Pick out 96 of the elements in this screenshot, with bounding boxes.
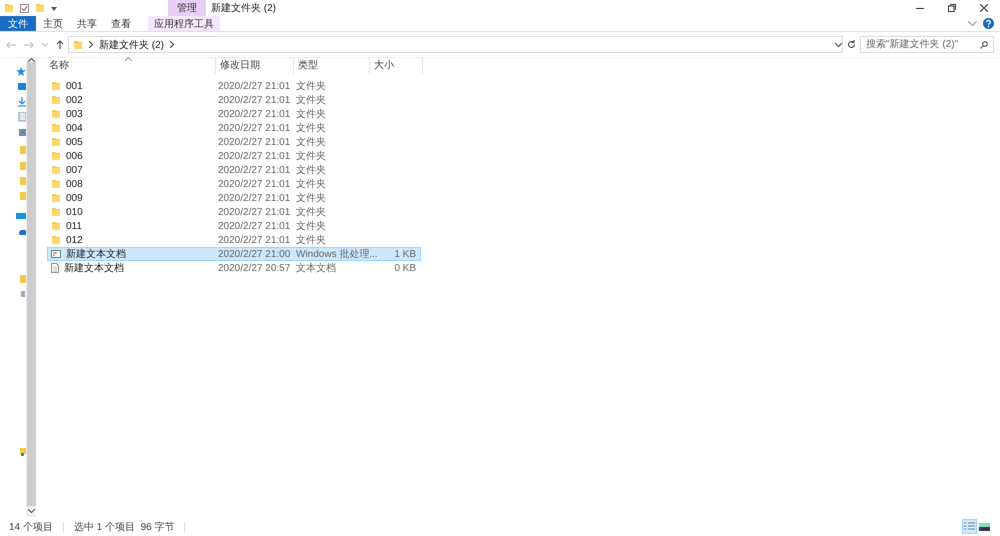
file-type: 文件夹 (296, 221, 326, 232)
file-name: 004 (66, 122, 83, 134)
modified-date: 2020/2/27 20:57 (218, 262, 290, 274)
file-type: 文件夹 (296, 235, 326, 246)
file-row[interactable]: 012 2020/2/27 21:01 文件夹 (47, 233, 421, 247)
file-row[interactable]: 新建文本文档 2020/2/27 21:00 Windows 批处理... 1 KB (47, 247, 421, 261)
file-row[interactable]: 007 2020/2/27 21:01 文件夹 (47, 163, 421, 177)
refresh-icon[interactable] (847, 40, 856, 49)
file-name: 008 (66, 178, 83, 190)
window-title: 新建文件夹 (2) (211, 2, 276, 15)
column-header[interactable]: 类型 (294, 58, 370, 74)
chevron-down-icon[interactable] (835, 42, 842, 46)
column-header[interactable]: 修改日期 (216, 58, 294, 74)
back-arrow-icon[interactable] (6, 40, 16, 48)
modified-date: 2020/2/27 21:01 (218, 150, 290, 162)
ribbon-tab[interactable]: 文件 (0, 16, 36, 31)
file-name: 002 (66, 94, 83, 106)
modified-date: 2020/2/27 21:01 (218, 234, 290, 246)
modified-date: 2020/2/27 21:01 (218, 94, 290, 106)
file-row[interactable]: 003 2020/2/27 21:01 文件夹 (47, 107, 421, 121)
close-icon[interactable] (980, 4, 988, 12)
scrollbar-thumb[interactable] (26, 62, 36, 506)
file-row[interactable]: 010 2020/2/27 21:01 文件夹 (47, 205, 421, 219)
file-row[interactable]: 009 2020/2/27 21:01 文件夹 (47, 191, 421, 205)
file-type: 文件夹 (296, 95, 326, 106)
restore-icon[interactable] (948, 4, 956, 12)
file-type: 文件夹 (296, 81, 326, 92)
column-header[interactable]: 大小 (370, 58, 423, 74)
file-type: 文件夹 (296, 123, 326, 134)
file-type: 文件夹 (296, 207, 326, 218)
batch-file-icon (51, 249, 61, 259)
file-type: 文件夹 (296, 151, 326, 162)
file-type: 文件夹 (296, 137, 326, 148)
file-row[interactable]: 004 2020/2/27 21:01 文件夹 (47, 121, 421, 135)
file-type: 文本文档 (296, 263, 336, 274)
file-row[interactable]: 002 2020/2/27 21:01 文件夹 (47, 93, 421, 107)
modified-date: 2020/2/27 21:01 (218, 136, 290, 148)
file-size: 1 KB (394, 248, 416, 260)
modified-date: 2020/2/27 21:01 (218, 164, 290, 176)
modified-date: 2020/2/27 21:01 (218, 108, 290, 120)
file-name: 003 (66, 108, 83, 120)
ribbon-tab[interactable]: 主页 (36, 16, 70, 31)
modified-date: 2020/2/27 21:01 (218, 206, 290, 218)
download-icon[interactable] (16, 97, 26, 107)
help-icon[interactable] (983, 18, 994, 29)
file-type: 文件夹 (296, 165, 326, 176)
file-name: 012 (66, 234, 83, 246)
text-file-icon (51, 263, 59, 273)
breadcrumb[interactable]: 新建文件夹 (2) (99, 38, 164, 52)
modified-date: 2020/2/27 21:01 (218, 122, 290, 134)
file-type: 文件夹 (296, 179, 326, 190)
file-name: 009 (66, 192, 83, 204)
dropdown-icon[interactable] (51, 6, 57, 10)
chevron-right-icon[interactable] (170, 41, 174, 48)
computer-icon[interactable] (16, 212, 26, 222)
properties-icon[interactable] (20, 4, 29, 12)
modified-date: 2020/2/27 21:01 (218, 220, 290, 232)
file-name: 005 (66, 136, 83, 148)
ribbon-tab[interactable]: 查看 (104, 16, 138, 31)
file-row[interactable]: 001 2020/2/27 21:01 文件夹 (47, 79, 421, 93)
file-name: 新建文本文档 (66, 248, 126, 261)
file-row[interactable]: 新建文本文档 2020/2/27 20:57 文本文档 0 KB (47, 261, 421, 275)
file-row[interactable]: 005 2020/2/27 21:01 文件夹 (47, 135, 421, 149)
file-type: 文件夹 (296, 193, 326, 204)
cloud-icon[interactable] (16, 227, 26, 237)
modified-date: 2020/2/27 21:01 (218, 178, 290, 190)
modified-date: 2020/2/27 21:01 (218, 80, 290, 92)
forward-arrow-icon[interactable] (24, 40, 34, 48)
item-count: 14 个项目 (9, 520, 53, 534)
address-bar[interactable]: 新建文件夹 (2) (68, 36, 843, 53)
star-icon[interactable] (16, 67, 26, 77)
file-row[interactable]: 008 2020/2/27 21:01 文件夹 (47, 177, 421, 191)
up-arrow-icon[interactable] (56, 40, 64, 49)
file-name: 新建文本文档 (64, 262, 124, 275)
modified-date: 2020/2/27 21:00 (218, 248, 290, 260)
file-name: 001 (66, 80, 83, 92)
file-type: Windows 批处理... (296, 249, 378, 260)
column-header[interactable]: 名称 (45, 58, 216, 74)
selection-info: 选中 1 个项目 96 字节 (74, 520, 174, 534)
modified-date: 2020/2/27 21:01 (218, 192, 290, 204)
file-name: 007 (66, 164, 83, 176)
sort-ascending-icon (125, 57, 132, 61)
chevron-right-icon[interactable] (89, 41, 93, 48)
scroll-up-icon[interactable] (28, 58, 34, 62)
ribbon-tab[interactable]: 应用程序工具 (148, 16, 220, 31)
search-icon (980, 40, 988, 48)
file-type: 文件夹 (296, 109, 326, 120)
ribbon-tab[interactable]: 共享 (70, 16, 104, 31)
scroll-down-icon[interactable] (28, 509, 34, 513)
file-name: 006 (66, 150, 83, 162)
document-icon[interactable] (16, 112, 26, 122)
file-row[interactable]: 011 2020/2/27 21:01 文件夹 (47, 219, 421, 233)
file-name: 010 (66, 206, 83, 218)
file-size: 0 KB (394, 262, 416, 274)
file-name: 011 (66, 220, 82, 232)
file-row[interactable]: 006 2020/2/27 21:01 文件夹 (47, 149, 421, 163)
